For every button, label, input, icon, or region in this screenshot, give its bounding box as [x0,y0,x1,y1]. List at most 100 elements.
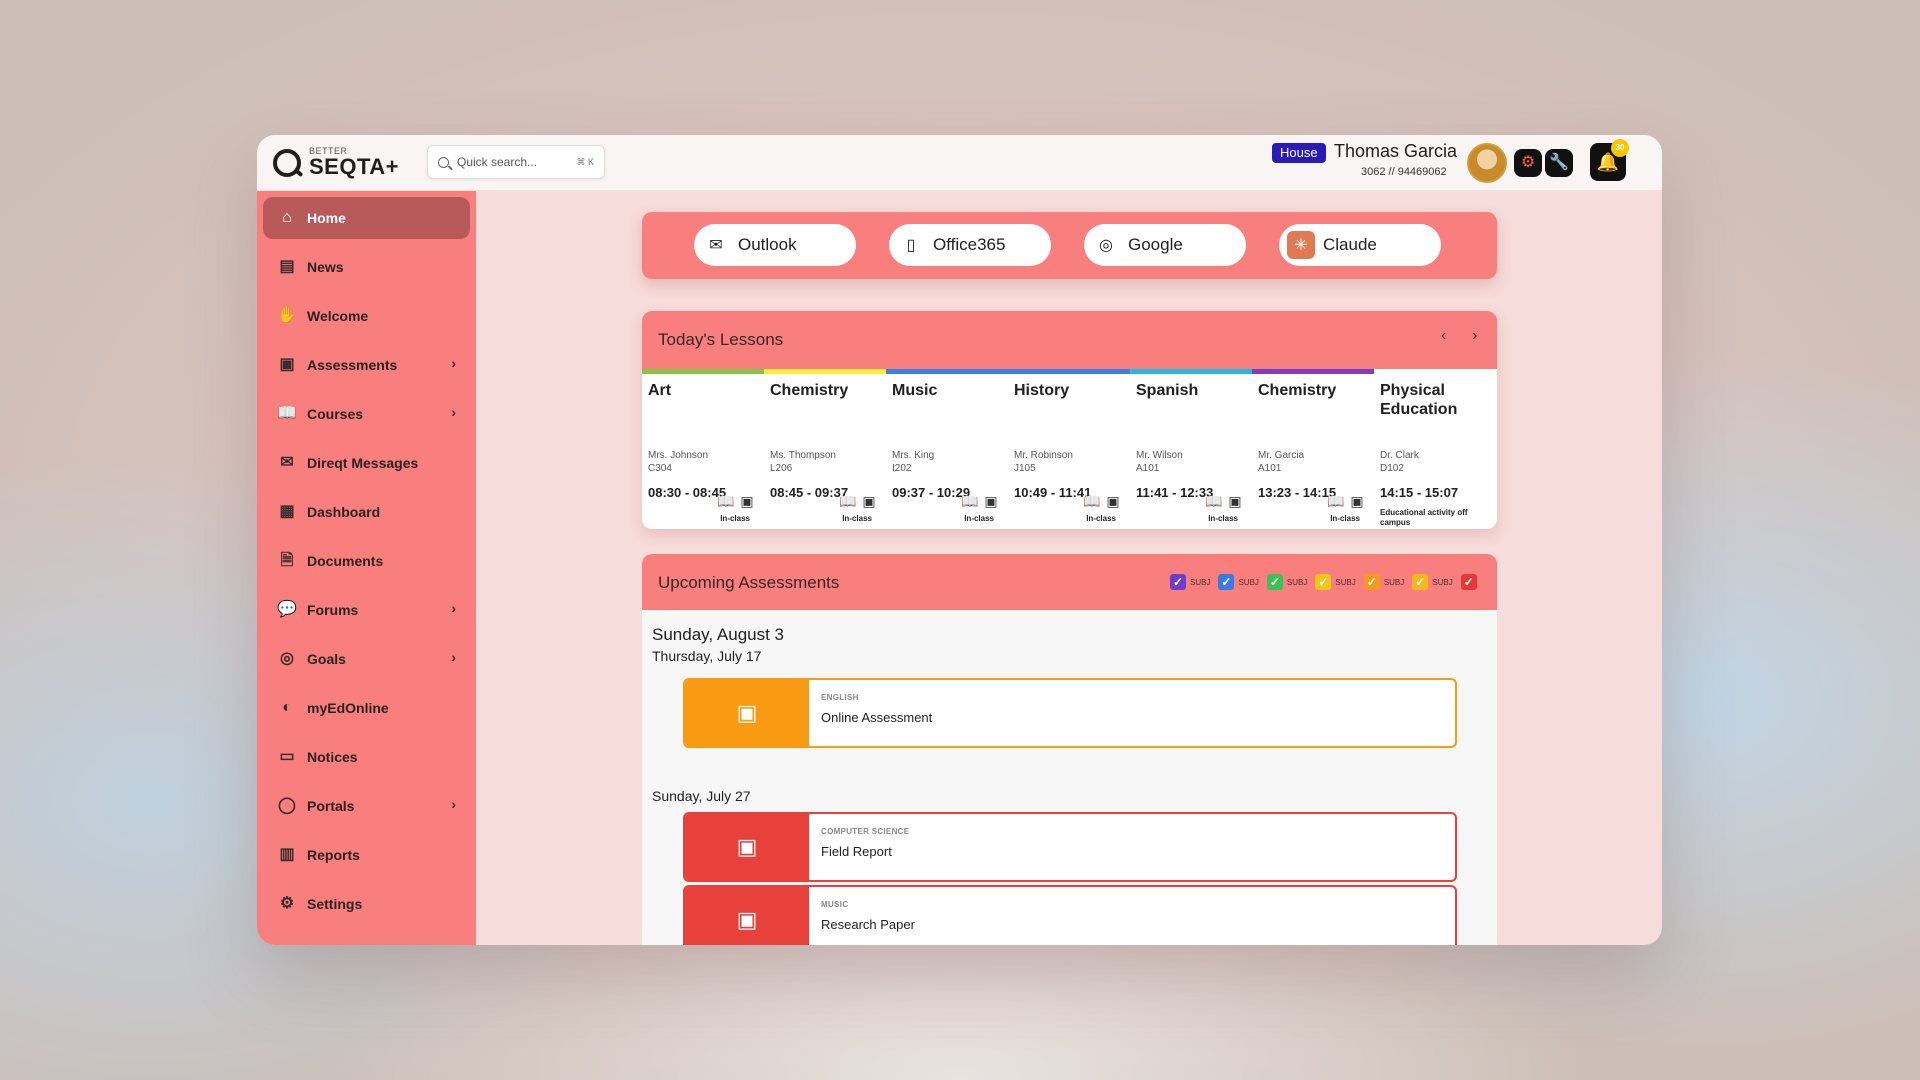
outlook-button[interactable]: ✉ Outlook [694,224,856,266]
subject-filter[interactable]: ✓ SUBJ [1170,574,1210,590]
sidebar-item-news[interactable]: ▤ News [263,246,470,288]
sidebar-item-dashboard[interactable]: ▦ Dashboard [263,491,470,533]
lesson-mode: In-class [1086,514,1116,523]
chevron-right-icon[interactable]: › [1472,327,1477,345]
todays-lessons-panel: Today's Lessons ‹ › Art Mrs. Johnson C304 0… [642,311,1497,529]
lesson-room: A101 [1258,463,1282,474]
user-name[interactable]: Thomas Garcia [1334,141,1457,162]
sidebar-item-documents[interactable]: 🗎 Documents [263,540,470,582]
sidebar-item-label: Portals [307,798,355,814]
assessments-title: Upcoming Assessments [658,573,840,592]
subject-filter[interactable]: ✓ SUBJ [1412,574,1453,590]
lesson-mode: In-class [842,514,872,523]
subject-filter[interactable]: ✓ SUBJ [1266,574,1308,590]
sidebar-item-label: Reports [307,847,360,863]
lesson-room: I202 [892,463,912,474]
lesson-card[interactable]: Chemistry Ms. Thompson L206 08:45 - 09:37 📖▣… [764,369,886,529]
lesson-mode: In-class [1330,514,1360,523]
lesson-resources-icon[interactable]: 📖▣ [961,493,1004,510]
lesson-mode: In-class [720,514,750,523]
wrench-icon[interactable]: 🔧 [1545,149,1573,177]
google-button[interactable]: ◎ Google [1084,224,1246,266]
app-logo[interactable]: BETTER SEQTA+ [273,147,399,178]
chevron-right-icon: › [451,355,456,371]
assessment-card[interactable]: ▣ COMPUTER SCIENCE Field Report [683,812,1457,882]
lesson-teacher: Mr. Wilson [1136,450,1183,461]
chevron-right-icon: › [451,649,456,665]
google-label: Google [1128,235,1183,254]
notices-icon: ▭ [279,748,295,765]
subject-filters: ✓ SUBJ ✓ SUBJ ✓ SUBJ ✓ SUBJ ✓ SUBJ ✓ SUBJ ✓ [1170,574,1485,590]
lesson-teacher: Ms. Thompson [770,450,836,461]
assessment-card[interactable]: ▣ ENGLISH Online Assessment [683,678,1457,748]
lesson-subject: Chemistry [1258,382,1337,399]
claude-label: Claude [1323,235,1377,254]
lesson-resources-icon[interactable]: 📖▣ [1083,493,1126,510]
lesson-time: 11:41 - 12:33 [1136,485,1214,500]
subject-filter[interactable]: ✓ [1460,574,1477,590]
checkbox-icon: ✓ [1170,574,1186,590]
claude-button[interactable]: ✳ Claude [1279,224,1441,266]
avatar[interactable] [1467,143,1507,183]
sidebar-item-portals[interactable]: ◯ Portals › [263,785,470,827]
filter-label: SUBJ [1383,577,1405,587]
lesson-room: L206 [770,463,793,474]
lesson-card[interactable]: Chemistry Mr. Garcia A101 13:23 - 14:15 📖▣ In… [1252,369,1374,529]
sidebar-item-home[interactable]: ⌂ Home [263,197,470,239]
lesson-teacher: Mr. Robinson [1014,450,1073,461]
sidebar-item-goals[interactable]: ◎ Goals › [263,638,470,680]
assessment-subject: MUSIC [821,900,849,909]
lesson-color-bar [886,369,1008,374]
outlook-label: Outlook [738,235,797,254]
search-shortcut: ⌘ K [576,156,594,167]
filter-label: SUBJ [1286,577,1308,587]
goals-icon: ◎ [280,650,294,667]
assessment-card[interactable]: ▣ MUSIC Research Paper [683,885,1457,945]
lesson-card[interactable]: Physical Education Dr. Clark D102 14:15 - 1… [1374,369,1496,529]
sidebar-item-direqt-messages[interactable]: ✉ Direqt Messages [263,442,470,484]
sidebar-item-courses[interactable]: 📖 Courses › [263,393,470,435]
outlook-icon: ✉ [709,237,723,254]
office365-button[interactable]: ▯ Office365 [889,224,1051,266]
sidebar-item-settings[interactable]: ⚙ Settings [263,883,470,925]
main-content: ✉ Outlook ▯ Office365 ◎ Google ✳ Claude … [476,191,1662,945]
lesson-resources-icon[interactable]: 📖▣ [1327,493,1370,510]
lesson-resources-icon[interactable]: 📖▣ [839,493,882,510]
subject-filter[interactable]: ✓ SUBJ [1363,574,1405,590]
chevron-left-icon[interactable]: ‹ [1441,327,1446,345]
chevron-right-icon: › [451,404,456,420]
settings-gear-icon[interactable]: ⚙ [1514,149,1542,177]
checkbox-icon: ✓ [1363,574,1380,590]
upcoming-assessments-panel: Upcoming Assessments ✓ SUBJ ✓ SUBJ ✓ SUBJ ✓ SUB… [642,554,1497,945]
checkbox-icon: ✓ [1266,574,1283,590]
filter-label: SUBJ [1238,577,1259,587]
sidebar-item-myedonline[interactable]: ◐ myEdOnline [263,687,470,729]
sidebar-item-notices[interactable]: ▭ Notices [263,736,470,778]
search-icon [438,156,449,168]
sidebar-item-reports[interactable]: ▥ Reports [263,834,470,876]
lesson-mode: In-class [1208,514,1238,523]
lesson-resources-icon[interactable]: 📖▣ [1205,493,1248,510]
lesson-color-bar [642,369,764,374]
date-heading: Sunday, August 3 [652,625,785,644]
lesson-card[interactable]: Music Mrs. King I202 09:37 - 10:29 📖▣ In-clas… [886,369,1008,529]
lesson-color-bar [1374,369,1496,374]
quick-search[interactable]: Quick search... ⌘ K [427,145,605,179]
lesson-card[interactable]: Art Mrs. Johnson C304 08:30 - 08:45 📖▣ In-cla… [642,369,764,529]
sidebar-item-assessments[interactable]: ▣ Assessments › [263,344,470,386]
home-icon: ⌂ [282,209,292,226]
subject-filter[interactable]: ✓ SUBJ [1315,574,1356,590]
lesson-card[interactable]: History Mr. Robinson J105 10:49 - 11:41 📖▣ In… [1008,369,1130,529]
sidebar-item-label: Home [307,210,346,226]
office365-label: Office365 [933,235,1006,254]
chevron-right-icon: › [451,796,456,812]
lesson-card[interactable]: Spanish Mr. Wilson A101 11:41 - 12:33 📖▣ In-c… [1130,369,1252,529]
sidebar-item-label: Goals [307,651,346,667]
subject-filter[interactable]: ✓ SUBJ [1218,574,1259,590]
sidebar-item-forums[interactable]: 💬 Forums › [263,589,470,631]
lesson-resources-icon[interactable]: 📖▣ [717,493,760,510]
assessment-icon: ▣ [685,814,809,880]
lesson-color-bar [764,369,886,374]
sidebar-item-welcome[interactable]: ✋ Welcome [263,295,470,337]
assessments-header: Upcoming Assessments ✓ SUBJ ✓ SUBJ ✓ SUBJ ✓ SUB… [642,554,1497,610]
